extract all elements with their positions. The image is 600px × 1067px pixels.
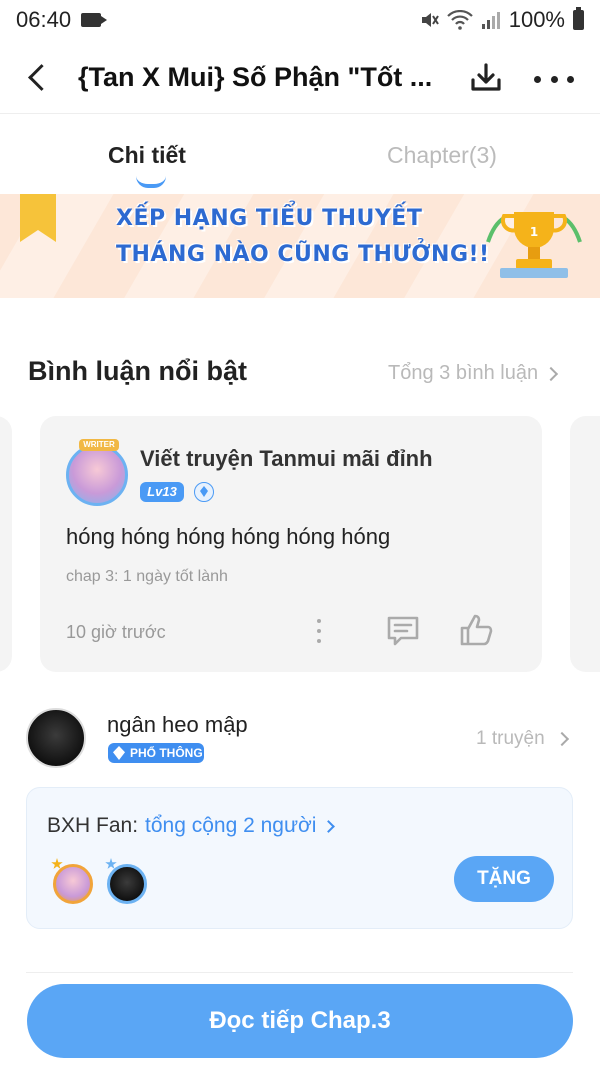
back-icon[interactable] — [26, 60, 54, 96]
tab-active-indicator — [136, 176, 166, 188]
download-icon[interactable] — [468, 60, 504, 96]
fan-ranking-box: BXH Fan: tổng cộng 2 người TẶNG — [26, 787, 573, 929]
all-comments-link[interactable]: Tổng 3 bình luận — [388, 362, 559, 385]
tab-bar: Chi tiết Chapter(3) — [0, 114, 600, 194]
fan-ranking-label: BXH Fan: — [47, 814, 139, 837]
comment-author[interactable]: Viết truyện Tanmui mãi đỉnh — [140, 446, 433, 472]
chevron-right-icon — [544, 366, 559, 381]
tab-detail[interactable]: Chi tiết — [108, 142, 186, 169]
fan-ranking-total: tổng cộng 2 người — [145, 814, 317, 837]
fan-ranking-link[interactable]: tổng cộng 2 người — [145, 814, 336, 838]
banner-subtitle: THÁNG NÀO CŨNG THƯỞNG!! — [116, 242, 490, 267]
comment-time: 10 giờ trước — [66, 622, 166, 642]
like-icon[interactable] — [458, 612, 494, 648]
gift-button[interactable]: TẶNG — [454, 856, 554, 902]
continue-reading-button[interactable]: Đọc tiếp Chap.3 — [27, 984, 573, 1058]
promo-banner[interactable]: XẾP HẠNG TIỂU THUYẾT THÁNG NÀO CŨNG THƯỞ… — [0, 194, 600, 298]
banner-title: XẾP HẠNG TIỂU THUYẾT — [116, 206, 423, 231]
featured-comments-title: Bình luận nổi bật — [28, 356, 247, 386]
battery-level: 100% — [508, 7, 565, 32]
tab-chapter[interactable]: Chapter(3) — [387, 142, 497, 169]
chevron-right-icon — [554, 731, 569, 747]
status-bar: 06:40 100% — [0, 0, 600, 40]
rank-icon — [194, 482, 214, 502]
battery-icon — [573, 7, 584, 30]
top-app-bar: {Tan X Mui} Số Phận "Tốt ... — [0, 46, 600, 112]
comment-card[interactable]: WRITER Viết truyện Tanmui mãi đỉnh Lv13 … — [40, 416, 542, 672]
status-icons: 100% — [419, 7, 584, 33]
writer-tag: WRITER — [79, 439, 119, 451]
author-rank-badge: PHỔ THÔNG — [108, 743, 204, 763]
level-badge: Lv13 — [140, 482, 184, 502]
author-name[interactable]: ngân heo mập — [107, 712, 248, 738]
divider — [26, 972, 573, 973]
author-avatar[interactable] — [26, 708, 86, 768]
page-title: {Tan X Mui} Số Phận "Tốt ... — [78, 62, 433, 92]
more-icon[interactable] — [534, 64, 574, 94]
author-stories-count: 1 truyện — [476, 728, 545, 749]
comment-chapter-ref: chap 3: 1 ngày tốt lành — [66, 568, 228, 585]
comment-avatar[interactable]: WRITER — [66, 439, 128, 506]
chevron-right-icon — [322, 819, 336, 833]
comment-card-next[interactable] — [570, 416, 600, 672]
svg-text:1: 1 — [530, 225, 538, 239]
reply-icon[interactable] — [386, 614, 420, 648]
fan-avatar[interactable] — [53, 864, 93, 904]
comment-text: hóng hóng hóng hóng hóng hóng — [66, 524, 391, 549]
mute-icon — [421, 13, 439, 27]
comment-card-previous[interactable] — [0, 416, 12, 672]
comment-options-icon[interactable] — [312, 616, 326, 646]
all-comments-label: Tổng 3 bình luận — [388, 362, 539, 384]
signal-icon — [481, 12, 500, 29]
status-time: 06:40 — [16, 7, 72, 32]
camera-icon — [81, 13, 108, 27]
wifi-icon — [446, 10, 473, 30]
trophy-icon: 1 — [486, 212, 582, 278]
author-stories-link[interactable]: 1 truyện — [476, 728, 569, 750]
fan-avatar[interactable] — [107, 864, 147, 904]
